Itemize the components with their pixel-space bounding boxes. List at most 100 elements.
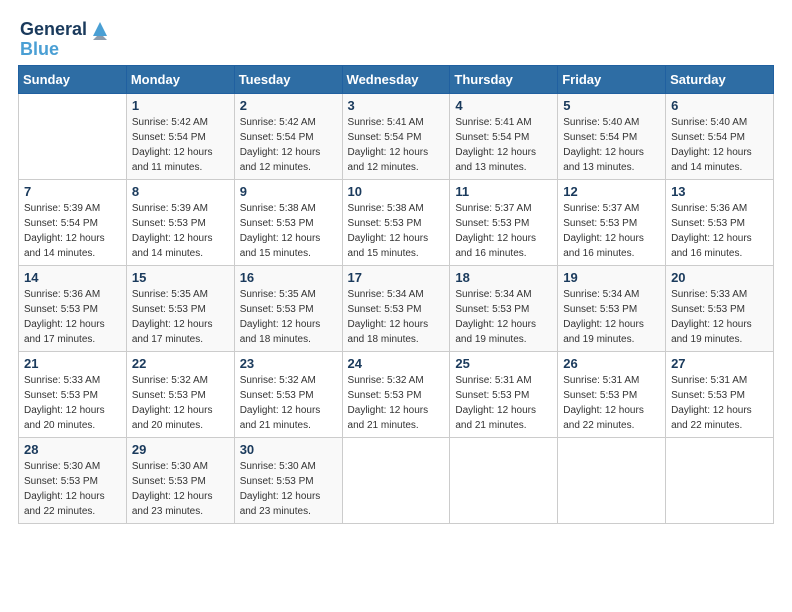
day-info: Sunrise: 5:38 AMSunset: 5:53 PMDaylight:… [240, 201, 337, 261]
day-number: 28 [24, 442, 121, 457]
day-info: Sunrise: 5:34 AMSunset: 5:53 PMDaylight:… [563, 287, 660, 347]
calendar-cell: 5Sunrise: 5:40 AMSunset: 5:54 PMDaylight… [558, 93, 666, 179]
page-header: General Blue [10, 10, 782, 65]
calendar-cell: 17Sunrise: 5:34 AMSunset: 5:53 PMDayligh… [342, 265, 450, 351]
calendar-cell: 28Sunrise: 5:30 AMSunset: 5:53 PMDayligh… [19, 437, 127, 523]
calendar-cell: 9 Sunrise: 5:38 AMSunset: 5:53 PMDaylight… [234, 179, 342, 265]
day-info: Sunrise: 5:30 AMSunset: 5:53 PMDaylight:… [240, 459, 337, 519]
weekday-header-wednesday: Wednesday [342, 65, 450, 93]
day-number: 8 [132, 184, 229, 199]
calendar-cell: 22 Sunrise: 5:32 AMSunset: 5:53 PMDayligh… [126, 351, 234, 437]
day-number: 19 [563, 270, 660, 285]
day-number: 20 [671, 270, 768, 285]
calendar-cell [342, 437, 450, 523]
day-info: Sunrise: 5:34 AMSunset: 5:53 PMDaylight:… [348, 287, 445, 347]
day-info: Sunrise: 5:37 AMSunset: 5:53 PMDaylight:… [455, 201, 552, 261]
calendar-cell: 1Sunrise: 5:42 AMSunset: 5:54 PMDaylight… [126, 93, 234, 179]
calendar-cell: 11 Sunrise: 5:37 AMSunset: 5:53 PMDayligh… [450, 179, 558, 265]
day-info: Sunrise: 5:35 AMSunset: 5:53 PMDaylight:… [240, 287, 337, 347]
weekday-header-friday: Friday [558, 65, 666, 93]
day-number: 18 [455, 270, 552, 285]
day-number: 5 [563, 98, 660, 113]
calendar-week-row: 1Sunrise: 5:42 AMSunset: 5:54 PMDaylight… [19, 93, 774, 179]
day-number: 2 [240, 98, 337, 113]
day-info: Sunrise: 5:31 AMSunset: 5:53 PMDaylight:… [455, 373, 552, 433]
day-number: 14 [24, 270, 121, 285]
day-info: Sunrise: 5:36 AMSunset: 5:53 PMDaylight:… [24, 287, 121, 347]
calendar-table: SundayMondayTuesdayWednesdayThursdayFrid… [18, 65, 774, 524]
day-number: 29 [132, 442, 229, 457]
day-number: 15 [132, 270, 229, 285]
calendar-cell [666, 437, 774, 523]
logo-general: General [20, 20, 87, 40]
calendar-cell [558, 437, 666, 523]
calendar-cell: 13 Sunrise: 5:36 AMSunset: 5:53 PMDayligh… [666, 179, 774, 265]
calendar-cell: 27Sunrise: 5:31 AMSunset: 5:53 PMDayligh… [666, 351, 774, 437]
logo-blue: Blue [20, 40, 111, 60]
day-info: Sunrise: 5:33 AMSunset: 5:53 PMDaylight:… [24, 373, 121, 433]
weekday-header-sunday: Sunday [19, 65, 127, 93]
calendar-week-row: 21 Sunrise: 5:33 AMSunset: 5:53 PMDayligh… [19, 351, 774, 437]
day-info: Sunrise: 5:31 AMSunset: 5:53 PMDaylight:… [671, 373, 768, 433]
day-info: Sunrise: 5:36 AMSunset: 5:53 PMDaylight:… [671, 201, 768, 261]
day-number: 7 [24, 184, 121, 199]
calendar-cell: 4 Sunrise: 5:41 AMSunset: 5:54 PMDaylight… [450, 93, 558, 179]
calendar-week-row: 14 Sunrise: 5:36 AMSunset: 5:53 PMDayligh… [19, 265, 774, 351]
day-info: Sunrise: 5:41 AMSunset: 5:54 PMDaylight:… [455, 115, 552, 175]
calendar-cell: 6Sunrise: 5:40 AMSunset: 5:54 PMDaylight… [666, 93, 774, 179]
calendar-cell: 15Sunrise: 5:35 AMSunset: 5:53 PMDayligh… [126, 265, 234, 351]
day-number: 22 [132, 356, 229, 371]
calendar-cell [19, 93, 127, 179]
day-number: 3 [348, 98, 445, 113]
calendar-cell: 7 Sunrise: 5:39 AMSunset: 5:54 PMDaylight… [19, 179, 127, 265]
calendar-cell: 19 Sunrise: 5:34 AMSunset: 5:53 PMDayligh… [558, 265, 666, 351]
weekday-header-saturday: Saturday [666, 65, 774, 93]
calendar-cell: 8Sunrise: 5:39 AMSunset: 5:53 PMDaylight… [126, 179, 234, 265]
day-number: 30 [240, 442, 337, 457]
calendar-week-row: 28 Sunrise: 5:30 AMSunset: 5:53 PMDayligh… [19, 437, 774, 523]
day-info: Sunrise: 5:32 AMSunset: 5:53 PMDaylight:… [132, 373, 229, 433]
day-info: Sunrise: 5:32 AMSunset: 5:53 PMDaylight:… [240, 373, 337, 433]
day-number: 11 [455, 184, 552, 199]
day-number: 4 [455, 98, 552, 113]
day-number: 25 [455, 356, 552, 371]
day-number: 24 [348, 356, 445, 371]
day-info: Sunrise: 5:32 AMSunset: 5:53 PMDaylight:… [348, 373, 445, 433]
day-info: Sunrise: 5:34 AMSunset: 5:53 PMDaylight:… [455, 287, 552, 347]
calendar-cell: 30 Sunrise: 5:30 AMSunset: 5:53 PMDayligh… [234, 437, 342, 523]
day-number: 26 [563, 356, 660, 371]
logo-icon [89, 18, 111, 40]
weekday-header-row: SundayMondayTuesdayWednesdayThursdayFrid… [19, 65, 774, 93]
calendar-cell: 16Sunrise: 5:35 AMSunset: 5:53 PMDayligh… [234, 265, 342, 351]
day-number: 6 [671, 98, 768, 113]
day-info: Sunrise: 5:31 AMSunset: 5:53 PMDaylight:… [563, 373, 660, 433]
day-info: Sunrise: 5:39 AMSunset: 5:54 PMDaylight:… [24, 201, 121, 261]
day-number: 21 [24, 356, 121, 371]
day-number: 12 [563, 184, 660, 199]
calendar-cell: 12 Sunrise: 5:37 AMSunset: 5:53 PMDayligh… [558, 179, 666, 265]
day-info: Sunrise: 5:30 AMSunset: 5:53 PMDaylight:… [132, 459, 229, 519]
day-info: Sunrise: 5:42 AMSunset: 5:54 PMDaylight:… [132, 115, 229, 175]
weekday-header-monday: Monday [126, 65, 234, 93]
calendar-cell: 29 Sunrise: 5:30 AMSunset: 5:53 PMDayligh… [126, 437, 234, 523]
calendar-container: SundayMondayTuesdayWednesdayThursdayFrid… [10, 65, 782, 532]
calendar-cell: 26 Sunrise: 5:31 AMSunset: 5:53 PMDayligh… [558, 351, 666, 437]
day-info: Sunrise: 5:38 AMSunset: 5:53 PMDaylight:… [348, 201, 445, 261]
weekday-header-tuesday: Tuesday [234, 65, 342, 93]
day-number: 9 [240, 184, 337, 199]
calendar-week-row: 7 Sunrise: 5:39 AMSunset: 5:54 PMDaylight… [19, 179, 774, 265]
calendar-cell: 14 Sunrise: 5:36 AMSunset: 5:53 PMDayligh… [19, 265, 127, 351]
day-number: 10 [348, 184, 445, 199]
day-info: Sunrise: 5:41 AMSunset: 5:54 PMDaylight:… [348, 115, 445, 175]
day-number: 23 [240, 356, 337, 371]
day-number: 13 [671, 184, 768, 199]
calendar-cell: 3 Sunrise: 5:41 AMSunset: 5:54 PMDaylight… [342, 93, 450, 179]
calendar-cell: 10 Sunrise: 5:38 AMSunset: 5:53 PMDayligh… [342, 179, 450, 265]
day-info: Sunrise: 5:37 AMSunset: 5:53 PMDaylight:… [563, 201, 660, 261]
calendar-cell: 21 Sunrise: 5:33 AMSunset: 5:53 PMDayligh… [19, 351, 127, 437]
calendar-cell [450, 437, 558, 523]
calendar-cell: 25 Sunrise: 5:31 AMSunset: 5:53 PMDayligh… [450, 351, 558, 437]
calendar-cell: 2 Sunrise: 5:42 AMSunset: 5:54 PMDaylight… [234, 93, 342, 179]
day-info: Sunrise: 5:42 AMSunset: 5:54 PMDaylight:… [240, 115, 337, 175]
calendar-cell: 24 Sunrise: 5:32 AMSunset: 5:53 PMDayligh… [342, 351, 450, 437]
